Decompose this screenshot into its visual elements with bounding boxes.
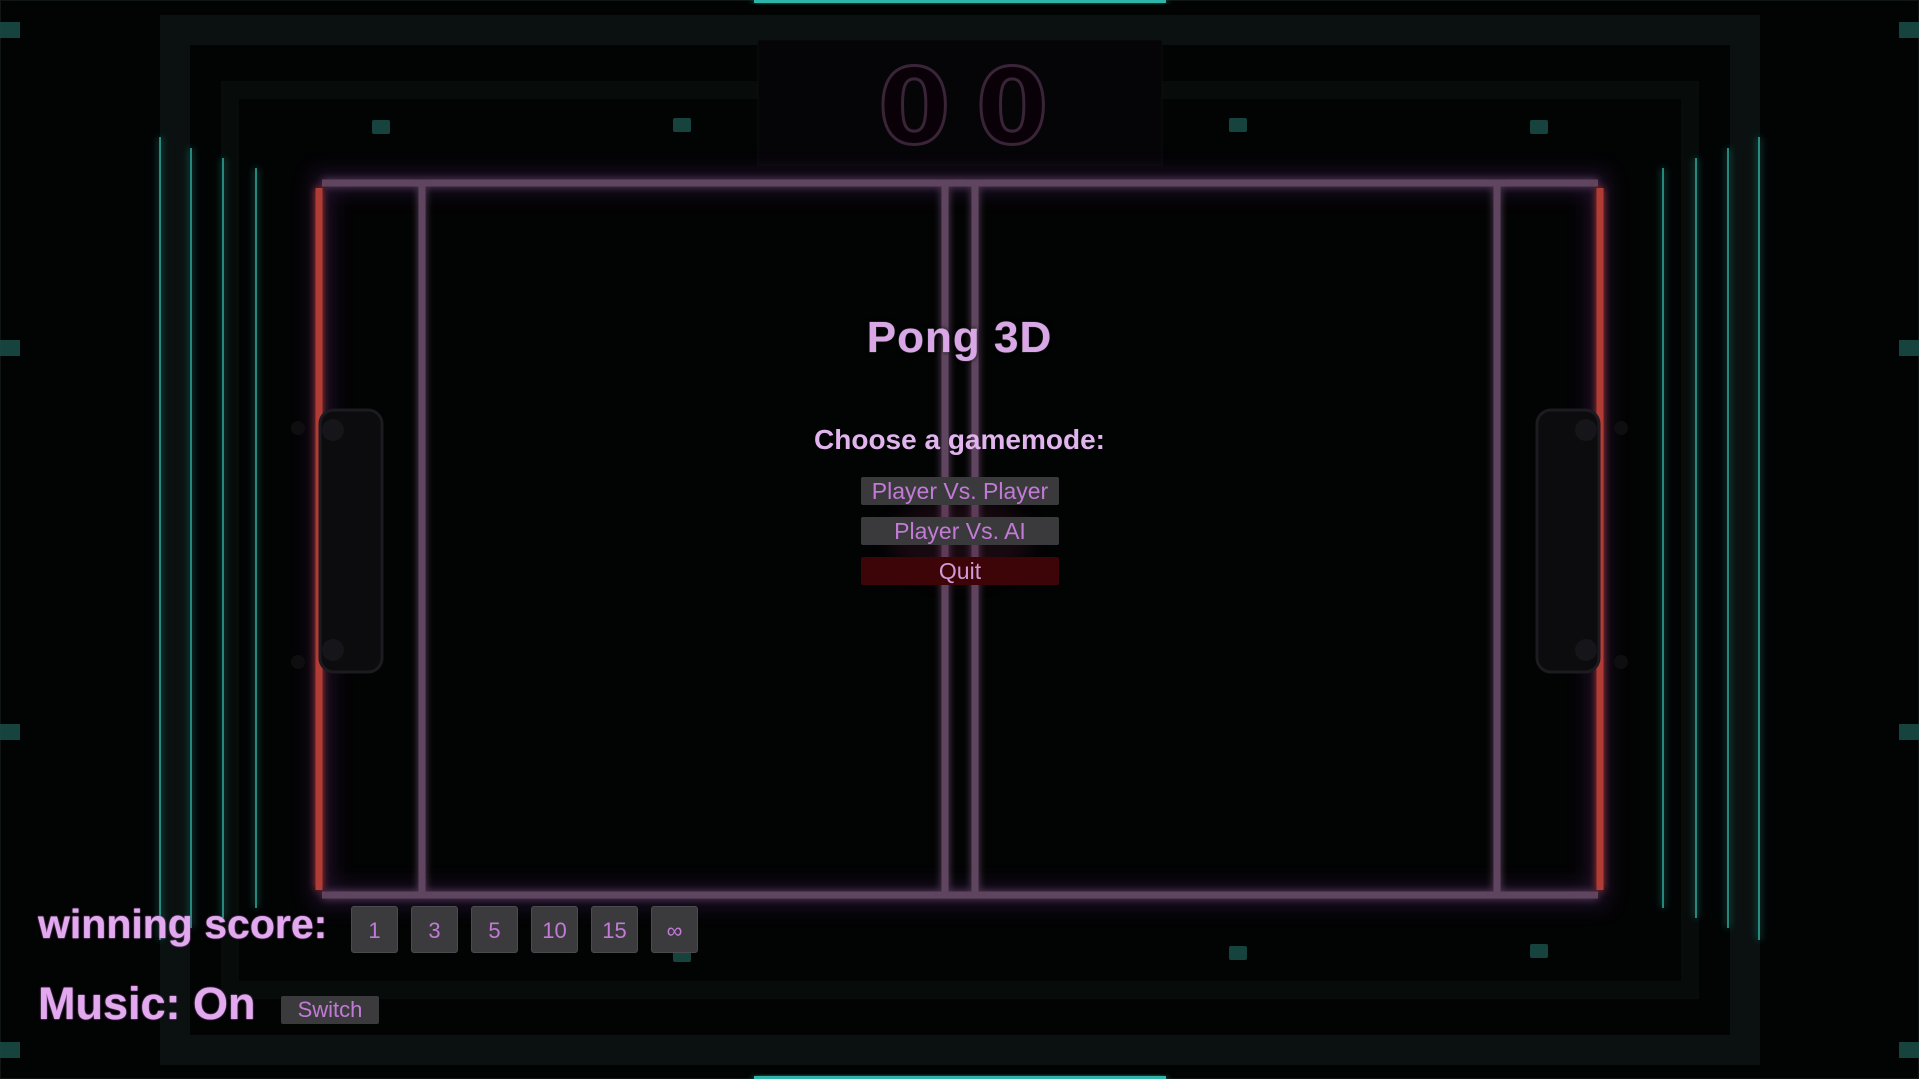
winning-score-option-5[interactable]: 5 (471, 906, 518, 953)
player-vs-player-button[interactable]: Player Vs. Player (861, 477, 1059, 505)
winning-score-option-15[interactable]: 15 (591, 906, 638, 953)
top-light-strip (754, 0, 1166, 3)
quit-button[interactable]: Quit (861, 557, 1059, 585)
winning-score-option-10[interactable]: 10 (531, 906, 578, 953)
scoreboard-panel (757, 39, 1163, 166)
left-score: 0 (876, 46, 951, 168)
winning-score-option-1[interactable]: 1 (351, 906, 398, 953)
music-switch-button[interactable]: Switch (281, 996, 379, 1024)
game-title: Pong 3D (866, 313, 1053, 362)
winning-score-label: winning score: (38, 901, 328, 947)
gamemode-prompt: Choose a gamemode: (814, 424, 1105, 455)
winning-score-option-3[interactable]: 3 (411, 906, 458, 953)
winning-score-option-infinite[interactable]: ∞ (651, 906, 698, 953)
right-score: 0 (974, 46, 1049, 168)
music-status-label: Music: On (38, 978, 256, 1029)
player-vs-ai-button[interactable]: Player Vs. AI (861, 517, 1059, 545)
